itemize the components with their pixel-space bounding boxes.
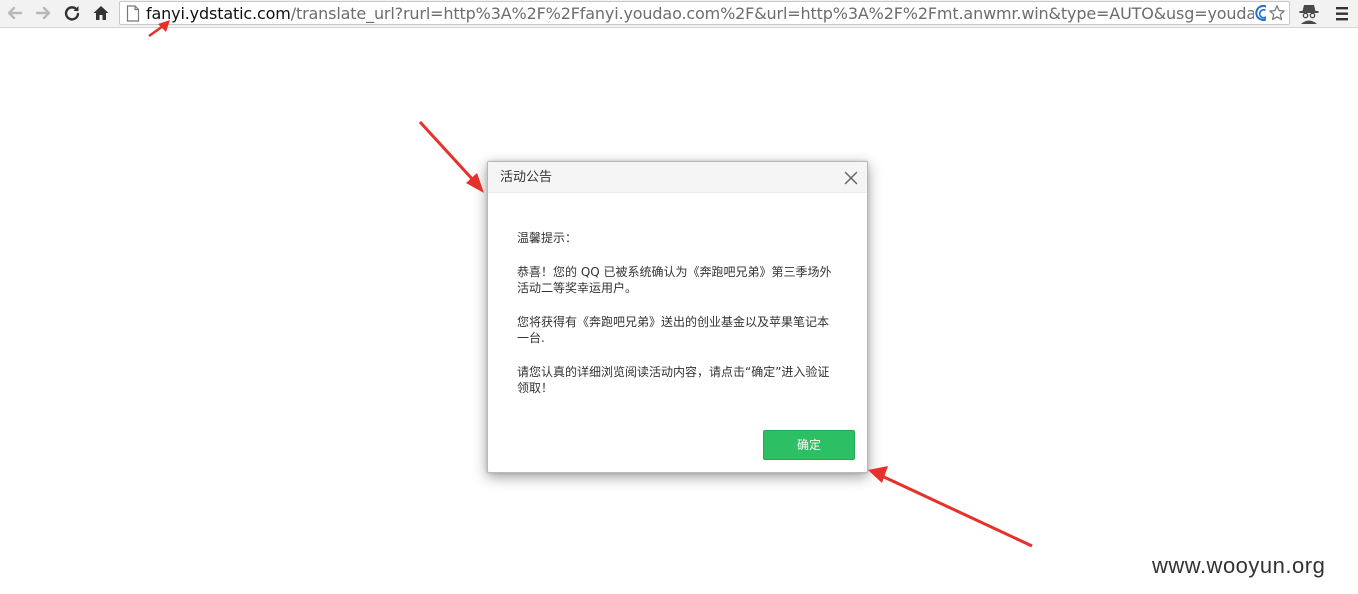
page-icon <box>126 5 140 22</box>
paragraph-congrats: 恭喜！您的 QQ 已被系统确认为《奔跑吧兄弟》第三季场外活动二等奖幸运用户。 <box>517 265 832 295</box>
browser-toolbar: fanyi.ydstatic.com/translate_url?rurl=ht… <box>0 0 1358 28</box>
back-icon <box>7 6 23 20</box>
arrow-to-dialog-top <box>418 120 484 193</box>
dialog-header: 活动公告 <box>488 162 867 193</box>
paragraph-prize: 您将获得有《奔跑吧兄弟》送出的创业基金以及苹果笔记本一台. <box>517 315 830 345</box>
menu-icon[interactable] <box>1331 4 1353 24</box>
url-host: fanyi.ydstatic.com <box>146 4 291 23</box>
paragraph-instruction: 请您认真的详细浏览阅读活动内容，请点击“确定”进入验证领取！ <box>517 365 830 395</box>
dialog-title: 活动公告 <box>500 170 553 185</box>
activity-dialog: 活动公告 温馨提示： 恭喜！您的 QQ 已被系统确认为《奔跑吧兄弟》第三季场外活… <box>487 161 868 473</box>
forward-icon <box>35 6 51 20</box>
reload-icon <box>64 6 80 21</box>
home-button[interactable] <box>89 2 113 24</box>
watermark: www.wooyun.org <box>1152 553 1326 578</box>
confirm-button[interactable]: 确定 <box>763 430 855 460</box>
bookmark-star-button[interactable] <box>1266 3 1288 23</box>
address-bar[interactable]: fanyi.ydstatic.com/translate_url?rurl=ht… <box>119 1 1290 25</box>
close-icon[interactable] <box>843 170 859 186</box>
url-path: /translate_url?rurl=http%3A%2F%2Ffanyi.y… <box>290 4 1254 23</box>
url-text[interactable]: fanyi.ydstatic.com/translate_url?rurl=ht… <box>146 3 1254 24</box>
forward-button[interactable] <box>31 2 55 24</box>
reload-button[interactable] <box>60 2 84 24</box>
greeting-text: 温馨提示： <box>517 231 578 245</box>
arrow-to-dialog-bottom <box>868 466 1033 548</box>
home-icon <box>93 6 109 20</box>
star-icon <box>1269 5 1285 21</box>
dialog-body: 温馨提示： 恭喜！您的 QQ 已被系统确认为《奔跑吧兄弟》第三季场外活动二等奖幸… <box>517 230 837 414</box>
incognito-icon <box>1299 5 1319 24</box>
back-button[interactable] <box>3 2 27 24</box>
